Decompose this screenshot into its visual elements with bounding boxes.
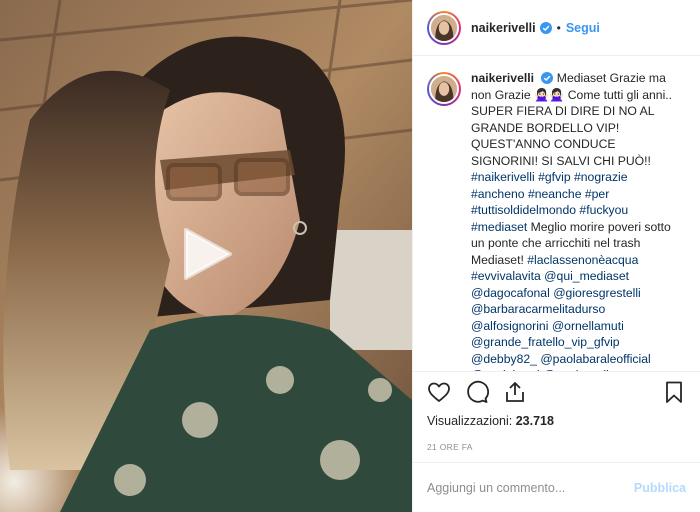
hashtag-link[interactable]: #per — [585, 187, 609, 201]
author-username[interactable]: naikerivelli — [471, 21, 536, 35]
caption-text: naikerivelli Mediaset Grazie ma non Graz… — [471, 70, 677, 371]
caption-author-avatar[interactable] — [427, 72, 461, 106]
hashtag-link[interactable]: #neanche — [528, 187, 582, 201]
post-side-panel: naikerivelli • Segui naikerivelli Medias… — [412, 0, 700, 512]
views-label: Visualizzazioni: — [427, 414, 513, 428]
post-timestamp[interactable]: 21 ORE FA — [427, 442, 686, 462]
action-bar — [427, 372, 686, 412]
hashtag-link[interactable]: #tuttisoldidelmondo — [471, 203, 576, 217]
post-video[interactable] — [0, 0, 412, 512]
views-value: 23.718 — [515, 414, 554, 428]
caption-section: naikerivelli Mediaset Grazie ma non Graz… — [413, 56, 700, 371]
mention-link[interactable]: @qui_mediaset — [544, 269, 629, 283]
hashtag-link[interactable]: #fuckyou — [579, 203, 628, 217]
like-button[interactable] — [427, 380, 451, 404]
share-icon — [506, 382, 524, 402]
views-count[interactable]: Visualizzazioni: 23.718 — [427, 412, 686, 428]
mention-link[interactable]: @dagocafonal — [471, 286, 550, 300]
comment-input[interactable] — [427, 480, 634, 495]
mention-link[interactable]: @soniabrugi — [471, 368, 540, 371]
mention-link[interactable]: @barbaracarmelitadurso — [471, 302, 605, 316]
mention-link[interactable]: @debby82_ — [471, 352, 537, 366]
post-footer: Visualizzazioni: 23.718 21 ORE FA — [413, 371, 700, 462]
mention-link[interactable]: @ornellamuti — [552, 319, 624, 333]
instagram-post: naikerivelli • Segui naikerivelli Medias… — [0, 0, 700, 512]
hashtag-link[interactable]: #laclassenonèacqua — [527, 253, 638, 267]
caption-username[interactable]: naikerivelli — [471, 71, 534, 85]
hashtag-link[interactable]: #naikerivelli — [471, 170, 535, 184]
caption-text-segment: Mediaset Grazie ma non Grazie 🙅🏻‍♀️🙅🏻‍♀️… — [471, 71, 673, 168]
post-header: naikerivelli • Segui — [413, 0, 700, 56]
mention-link[interactable]: @trashmediaset — [543, 368, 632, 371]
comment-button[interactable] — [465, 380, 489, 404]
hashtag-link[interactable]: #evvivalavita — [471, 269, 541, 283]
heart-icon — [428, 382, 450, 402]
mention-link[interactable]: @alfosignorini — [471, 319, 548, 333]
avatar-photo — [431, 14, 457, 41]
caption-body: Mediaset Grazie ma non Grazie 🙅🏻‍♀️🙅🏻‍♀️… — [471, 71, 672, 371]
verified-badge-icon — [541, 72, 554, 84]
verified-badge-icon — [539, 21, 552, 34]
comment-bar: Pubblica — [413, 462, 700, 512]
hashtag-link[interactable]: #mediaset — [471, 220, 527, 234]
bookmark-icon — [666, 381, 682, 403]
share-button[interactable] — [503, 380, 527, 404]
avatar-photo — [431, 76, 457, 102]
publish-button[interactable]: Pubblica — [634, 481, 686, 495]
comment-icon — [467, 380, 489, 403]
hashtag-link[interactable]: #nograzie — [574, 170, 628, 184]
hashtag-link[interactable]: #gfvip — [538, 170, 571, 184]
mention-link[interactable]: @grande_fratello_vip_gfvip — [471, 335, 620, 349]
mention-link[interactable]: @gioresgrestelli — [553, 286, 641, 300]
author-avatar[interactable] — [427, 10, 461, 45]
hashtag-link[interactable]: #ancheno — [471, 187, 525, 201]
save-button[interactable] — [662, 380, 686, 404]
separator-dot: • — [556, 20, 561, 35]
play-button[interactable] — [176, 224, 236, 284]
mention-link[interactable]: @paolabaraleofficial — [540, 352, 650, 366]
follow-button[interactable]: Segui — [566, 21, 600, 35]
play-icon — [184, 228, 232, 280]
